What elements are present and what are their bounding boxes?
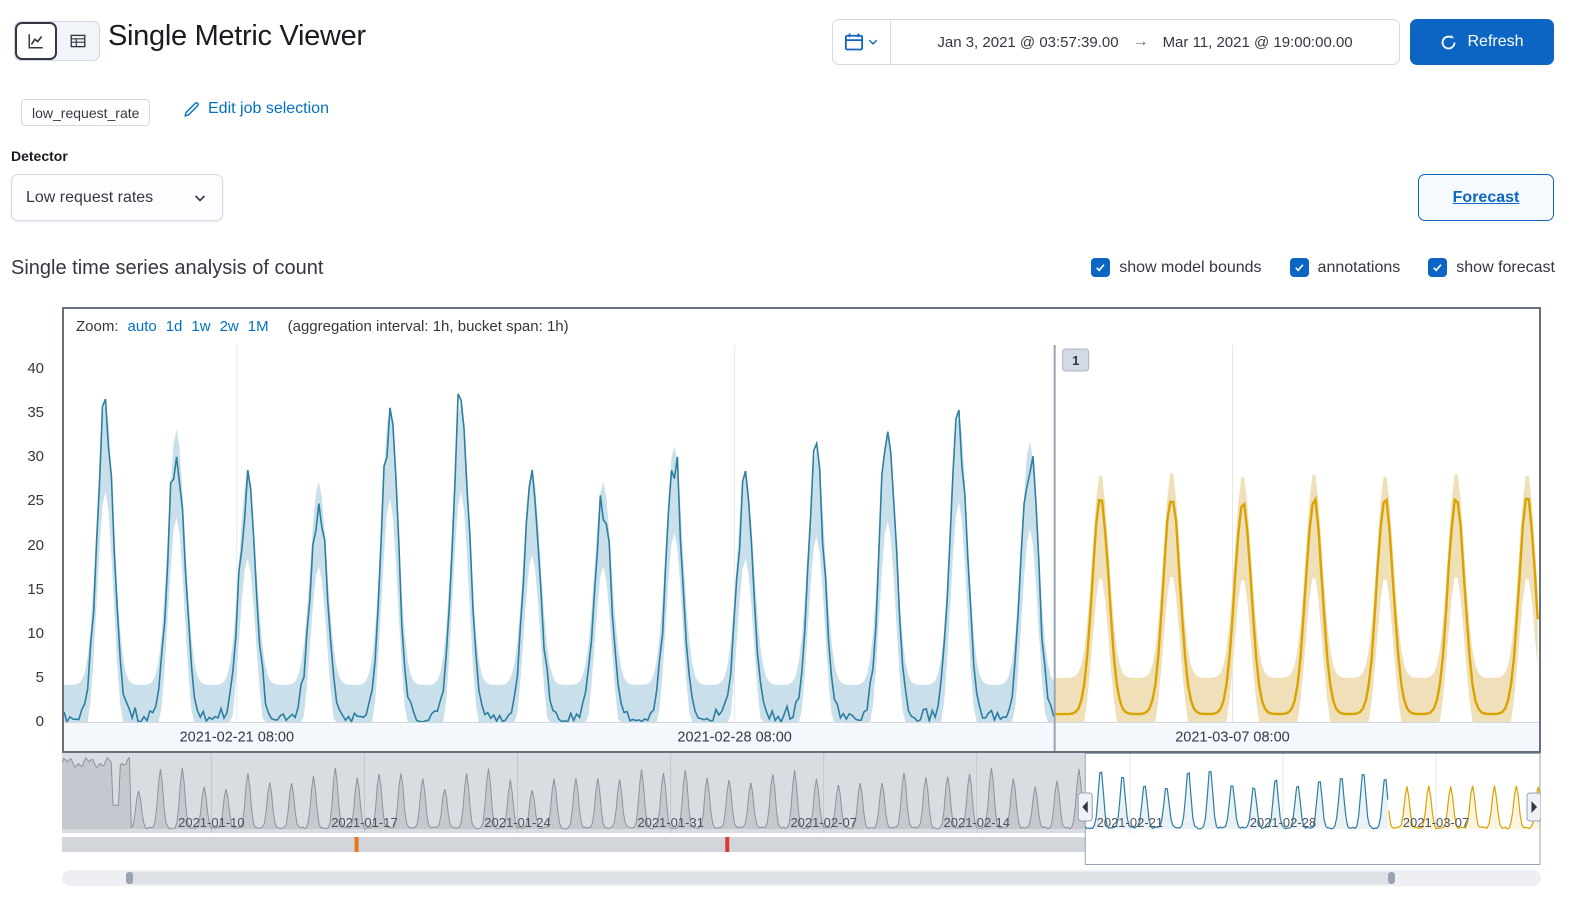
zoom-2w-link[interactable]: 2w bbox=[220, 318, 239, 335]
zoom-1M-link[interactable]: 1M bbox=[248, 318, 269, 335]
end-date[interactable]: Mar 11, 2021 @ 19:00:00.00 bbox=[1163, 34, 1353, 51]
y-axis-tick-label: 10 bbox=[27, 624, 44, 642]
analysis-heading: Single time series analysis of count bbox=[11, 257, 324, 279]
zoom-label: Zoom: bbox=[76, 317, 119, 335]
y-axis-tick-label: 5 bbox=[35, 668, 44, 686]
edit-link-label: Edit job selection bbox=[208, 100, 329, 117]
date-quick-select-button[interactable] bbox=[833, 20, 891, 64]
date-picker: Jan 3, 2021 @ 03:57:39.00 → Mar 11, 2021… bbox=[832, 19, 1400, 65]
job-badge[interactable]: low_request_rate bbox=[21, 99, 151, 126]
page-title: Single Metric Viewer bbox=[108, 20, 366, 52]
chevron-down-icon bbox=[868, 39, 878, 45]
zoom-1w-link[interactable]: 1w bbox=[191, 318, 210, 335]
aggregation-note: (aggregation interval: 1h, bucket span: … bbox=[287, 317, 569, 335]
checkbox-checked-icon bbox=[1428, 258, 1448, 277]
y-axis-labels: 0 5 10 15 20 25 30 35 40 bbox=[0, 0, 52, 904]
navigator-tick-label: 2021-01-31 bbox=[637, 815, 704, 830]
navigator-tick-label: 2021-02-14 bbox=[944, 815, 1011, 830]
refresh-button[interactable]: Refresh bbox=[1410, 19, 1554, 65]
zoom-bar: Zoom: auto 1d 1w 2w 1M (aggregation inte… bbox=[64, 309, 1539, 343]
navigator-tick-label: 2021-03-07 bbox=[1403, 815, 1470, 830]
y-axis-tick-label: 35 bbox=[27, 404, 44, 422]
refresh-label: Refresh bbox=[1467, 33, 1524, 50]
table-icon bbox=[70, 34, 86, 48]
x-axis-tick-label: 2021-02-21 08:00 bbox=[180, 730, 295, 746]
zoom-1d-link[interactable]: 1d bbox=[166, 318, 183, 335]
view-toggle-group bbox=[14, 21, 100, 61]
y-axis-tick-label: 20 bbox=[27, 536, 44, 554]
calendar-icon bbox=[845, 33, 863, 51]
annotations-checkbox[interactable]: annotations bbox=[1289, 258, 1401, 277]
scrollbar-handle-right[interactable] bbox=[1388, 872, 1395, 884]
x-axis-tick-label: 2021-02-28 08:00 bbox=[677, 730, 792, 746]
chart-scrollbar[interactable] bbox=[62, 870, 1541, 886]
date-range[interactable]: Jan 3, 2021 @ 03:57:39.00 → Mar 11, 2021… bbox=[891, 20, 1399, 64]
arrow-right-icon: → bbox=[1132, 33, 1149, 50]
y-axis-tick-label: 0 bbox=[35, 713, 44, 730]
show-model-bounds-checkbox[interactable]: show model bounds bbox=[1091, 258, 1262, 277]
model-bounds-area bbox=[64, 400, 1054, 722]
y-axis-tick-label: 40 bbox=[27, 360, 44, 377]
line-chart-icon bbox=[28, 34, 43, 49]
navigator-tick-label: 2021-01-17 bbox=[331, 815, 398, 830]
navigator-chart[interactable]: 2021-01-10 2021-01-17 2021-01-24 2021-01-31… bbox=[61, 753, 1542, 865]
checkbox-label: show forecast bbox=[1456, 258, 1555, 276]
navigator-tick-label: 2021-02-07 bbox=[790, 815, 857, 830]
annotation-badge-label: 1 bbox=[1072, 353, 1079, 368]
y-axis-tick-label: 30 bbox=[27, 448, 44, 466]
scrollbar-handle-left[interactable] bbox=[126, 872, 133, 884]
y-axis-tick-label: 15 bbox=[27, 580, 44, 598]
table-view-button[interactable] bbox=[57, 22, 99, 60]
zoom-auto-link[interactable]: auto bbox=[128, 318, 157, 335]
detector-select[interactable]: Low request rates bbox=[11, 174, 223, 221]
navigator-tick-label: 2021-01-10 bbox=[178, 815, 245, 830]
forecast-button[interactable]: Forecast bbox=[1418, 174, 1554, 221]
start-date[interactable]: Jan 3, 2021 @ 03:57:39.00 bbox=[937, 34, 1118, 51]
x-axis-tick-label: 2021-03-07 08:00 bbox=[1175, 730, 1290, 746]
annotation-marker[interactable] bbox=[354, 837, 359, 852]
navigator-tick-label: 2021-02-28 bbox=[1250, 815, 1317, 830]
checkbox-label: show model bounds bbox=[1119, 258, 1262, 276]
y-axis-tick-label: 25 bbox=[27, 492, 44, 510]
edit-job-selection-link[interactable]: Edit job selection bbox=[183, 100, 329, 118]
time-series-chart-panel: Zoom: auto 1d 1w 2w 1M (aggregation inte… bbox=[62, 307, 1541, 753]
chart-view-button[interactable] bbox=[15, 22, 57, 60]
refresh-icon bbox=[1442, 34, 1456, 49]
checkbox-checked-icon bbox=[1091, 258, 1111, 277]
pencil-icon bbox=[184, 101, 199, 117]
chevron-down-icon bbox=[194, 194, 206, 202]
scrollbar-thumb[interactable] bbox=[126, 872, 1394, 884]
checkbox-label: annotations bbox=[1317, 258, 1401, 276]
show-forecast-checkbox[interactable]: show forecast bbox=[1428, 258, 1555, 277]
navigator-tick-label: 2021-01-24 bbox=[484, 815, 551, 830]
annotation-marker[interactable] bbox=[725, 837, 730, 852]
navigator-tick-label: 2021-02-21 bbox=[1097, 815, 1164, 830]
context-navigator[interactable]: 2021-01-10 2021-01-17 2021-01-24 2021-01-31… bbox=[61, 753, 1542, 865]
chart-options: show model bounds annotations show forec… bbox=[1091, 258, 1555, 277]
detector-selected-value: Low request rates bbox=[26, 188, 154, 206]
detector-label: Detector bbox=[11, 148, 68, 164]
time-series-chart[interactable]: 2021-02-21 08:00 2021-02-28 08:00 2021-03-… bbox=[64, 343, 1539, 751]
checkbox-checked-icon bbox=[1289, 258, 1309, 277]
annotation-track bbox=[62, 837, 1086, 852]
